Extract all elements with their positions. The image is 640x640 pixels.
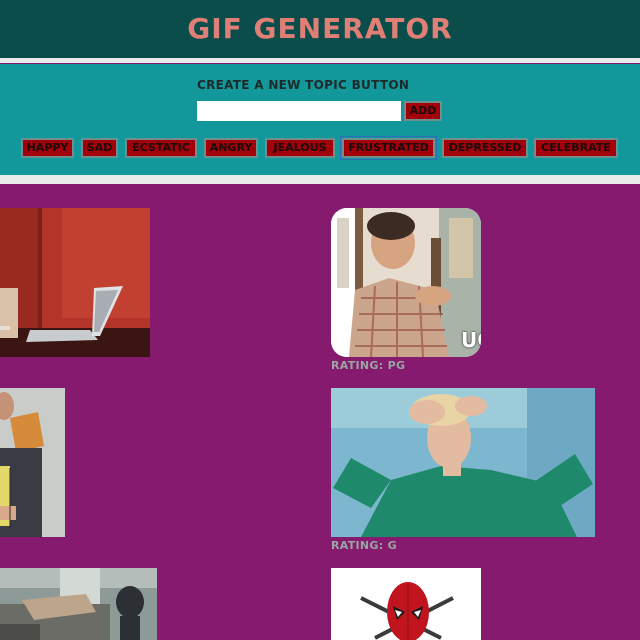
gif-plaid-shirt-man[interactable]: UG [331,208,481,357]
topic-button-celebrate[interactable]: CELEBRATE [534,138,618,158]
gif-woman-green-sweater[interactable] [331,388,595,537]
gif-rating: RATING: G [331,539,397,552]
toolbar-divider [0,175,640,184]
gif-rating: RATING: PG [331,359,406,372]
header-divider [0,58,640,63]
topic-button-angry[interactable]: ANGRY [204,138,258,158]
topic-button-depressed[interactable]: DEPRESSED [442,138,528,158]
new-topic-label: CREATE A NEW TOPIC BUTTON [197,78,410,92]
page-title: GIF GENERATOR [187,12,453,45]
topic-button-happy[interactable]: HAPPY [21,138,74,158]
gif-office-chairs[interactable] [0,568,157,640]
topic-button-sad[interactable]: SAD [81,138,118,158]
topic-button-frustrated[interactable]: FRUSTRATED [340,136,437,160]
topic-button-jealous[interactable]: JEALOUS [265,138,335,158]
gif-masked-hero[interactable] [331,568,481,640]
gif-laptop-office[interactable] [0,208,150,357]
add-topic-button[interactable]: ADD [404,101,442,121]
topic-button-ecstatic[interactable]: ECSTATIC [125,138,197,158]
gif-caption-overlay: UG [461,328,481,352]
new-topic-input[interactable] [197,101,401,121]
gif-man-yellow-paper[interactable] [0,388,65,537]
